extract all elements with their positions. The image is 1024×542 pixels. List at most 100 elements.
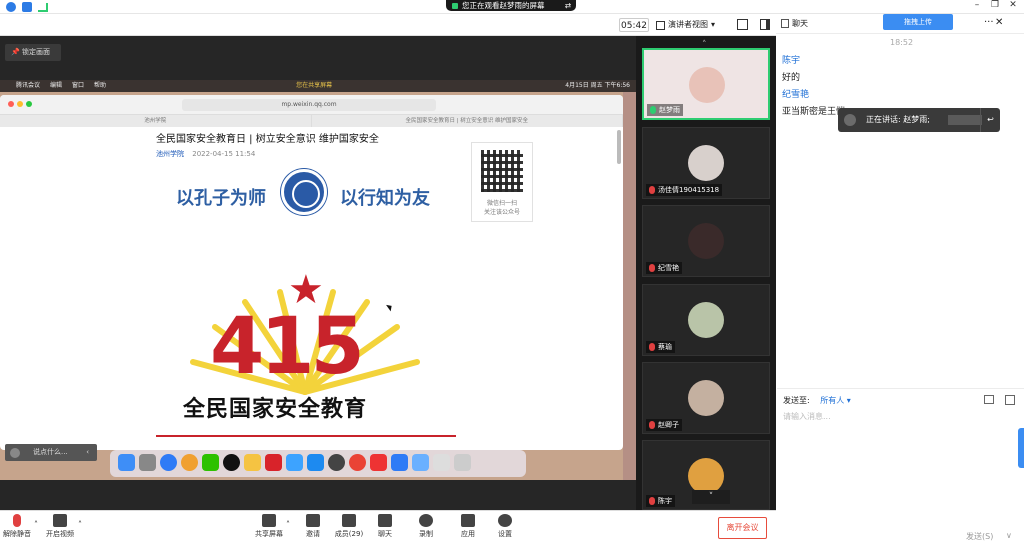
participant-name: 纪雪艳 <box>658 264 679 272</box>
poster-slogan: 全民国家安全教育 <box>183 397 368 422</box>
url-bar[interactable]: mp.weixin.qq.com <box>182 99 436 111</box>
browser-scrollbar[interactable] <box>617 130 621 164</box>
avatar <box>688 223 724 259</box>
wechat-icon[interactable] <box>202 454 219 471</box>
video-tile[interactable]: 赵梦雨 <box>642 48 770 120</box>
folder-icon[interactable] <box>433 454 450 471</box>
poster-number: 415 <box>210 302 365 392</box>
browser-max-icon[interactable] <box>26 101 32 107</box>
unmute-label: 解除静音 <box>3 530 31 538</box>
record-button[interactable]: 录制 <box>409 514 443 539</box>
chevron-left-icon[interactable]: ‹ <box>86 444 89 461</box>
files-icon[interactable] <box>412 454 429 471</box>
chevron-up-icon[interactable]: ˄ <box>34 520 38 529</box>
speaking-indicator[interactable]: 正在讲话: 赵梦雨; ↩ <box>838 108 1000 132</box>
settings-label: 设置 <box>498 530 512 538</box>
mic-off-icon <box>13 514 21 527</box>
settings-app-icon[interactable] <box>328 454 345 471</box>
recipient-dropdown[interactable]: 所有人 ▾ <box>820 396 851 405</box>
lock-view-button[interactable]: 📌 锁定画面 <box>5 44 61 61</box>
trash-icon[interactable] <box>454 454 471 471</box>
chevron-up-icon[interactable]: ˄ <box>78 520 82 529</box>
view-mode-dropdown[interactable]: 演讲者视图 ▾ <box>656 18 728 32</box>
blurred-avatars <box>948 115 982 125</box>
browser-tab[interactable]: 池州学院 <box>0 115 312 127</box>
university-emblem-icon <box>281 169 327 215</box>
app-icon[interactable] <box>244 454 261 471</box>
chevron-down-icon[interactable]: ∨ <box>1006 531 1012 540</box>
message-sender[interactable]: 纪雪艳 <box>782 87 809 100</box>
lock-view-label: 锁定画面 <box>21 48 50 56</box>
meeting-app-icon[interactable] <box>391 454 408 471</box>
wps-icon[interactable] <box>370 454 387 471</box>
chat-button[interactable]: 聊天 <box>368 514 402 539</box>
signal-icon[interactable] <box>38 3 48 12</box>
pin-icon: 📌 <box>11 48 22 56</box>
video-tile[interactable]: 纪雪艳 <box>642 205 770 277</box>
close-chat-icon[interactable]: ✕ <box>995 17 1003 28</box>
mic-off-icon <box>649 343 655 351</box>
participant-name: 汤佳倩190415318 <box>658 186 720 194</box>
participant-name: 陈宇 <box>658 497 672 505</box>
appstore-icon[interactable] <box>307 454 324 471</box>
avatar <box>688 458 724 494</box>
finder-icon[interactable] <box>118 454 135 471</box>
video-tile[interactable]: 赵卿子 <box>642 362 770 434</box>
chrome-icon[interactable] <box>349 454 366 471</box>
unmute-button[interactable]: 解除静音 <box>0 514 34 539</box>
send-button[interactable]: 发送(S) <box>966 531 993 542</box>
more-options-icon[interactable]: ··· <box>984 17 994 28</box>
share-screen-button[interactable]: 共享屏幕 <box>252 514 286 539</box>
send-to-label: 发送至: <box>783 396 810 405</box>
photos-icon[interactable] <box>181 454 198 471</box>
chevron-down-icon[interactable]: ˅ <box>692 490 730 504</box>
video-tile[interactable]: 蔡瑜 <box>642 284 770 356</box>
avatar <box>689 67 725 103</box>
viewing-status-pill[interactable]: 您正在观看赵梦雨的屏幕 ⇄ <box>446 0 576 11</box>
mic-on-icon <box>650 106 656 114</box>
article-source[interactable]: 池州学院 <box>156 150 184 158</box>
fullscreen-icon[interactable] <box>737 19 748 30</box>
message-input[interactable]: 请输入消息... <box>783 411 831 422</box>
mic-off-icon <box>649 421 655 429</box>
slogan-left: 以孔子为师 <box>176 188 266 209</box>
drag-upload-button[interactable]: 拖拽上传 <box>883 14 953 30</box>
tile-name: 汤佳倩190415318 <box>646 184 723 196</box>
leave-meeting-button[interactable]: 离开会议 <box>718 517 767 539</box>
safari-icon[interactable] <box>160 454 177 471</box>
browser-close-icon[interactable] <box>8 101 14 107</box>
invite-button[interactable]: 邀请 <box>296 514 330 539</box>
start-video-button[interactable]: 开启视频 <box>43 514 77 539</box>
message-sender[interactable]: 陈宇 <box>782 53 800 66</box>
shield-icon[interactable] <box>22 2 32 12</box>
tile-name: 赵梦雨 <box>647 104 683 116</box>
youdao-icon[interactable] <box>265 454 282 471</box>
sidebar-toggle-icon[interactable] <box>760 19 770 30</box>
back-arrow-icon[interactable]: ↩ <box>980 108 1000 132</box>
message-text: 亚当斯密是王恺 <box>782 107 846 117</box>
close-window-button[interactable]: ✕ <box>1001 0 1024 12</box>
tile-name: 赵卿子 <box>646 419 682 431</box>
video-tile[interactable]: 汤佳倩190415318 <box>642 127 770 199</box>
mic-off-icon <box>649 186 655 194</box>
qr-code-icon <box>481 150 523 192</box>
settings-button[interactable]: 设置 <box>488 514 522 539</box>
divider <box>156 435 456 437</box>
browser-tab[interactable]: 全民国家安全教育日 | 树立安全意识 维护国家安全 <box>312 115 623 127</box>
browser-min-icon[interactable] <box>17 101 23 107</box>
launchpad-icon[interactable] <box>139 454 156 471</box>
chevron-up-icon[interactable]: ˄ <box>286 520 290 529</box>
menu-item: 腾讯会议 <box>16 82 41 89</box>
side-tab[interactable] <box>1018 428 1024 468</box>
send-to-row: 发送至: 所有人 ▾ <box>783 395 851 406</box>
qq-icon[interactable] <box>223 454 240 471</box>
members-button[interactable]: 成员(29) <box>332 514 366 539</box>
message-text: 好的 <box>782 73 801 83</box>
add-user-icon <box>306 514 320 527</box>
mac-menubar: 腾讯会议 编辑 窗口 帮助 您在共享屏幕 4月15日 周五 下午6:56 <box>0 80 636 92</box>
screenshot-icon[interactable] <box>1005 395 1015 405</box>
apps-button[interactable]: 应用 <box>451 514 485 539</box>
video-icon[interactable] <box>286 454 303 471</box>
folder-icon[interactable] <box>984 395 994 404</box>
emoji-icon <box>10 448 20 458</box>
